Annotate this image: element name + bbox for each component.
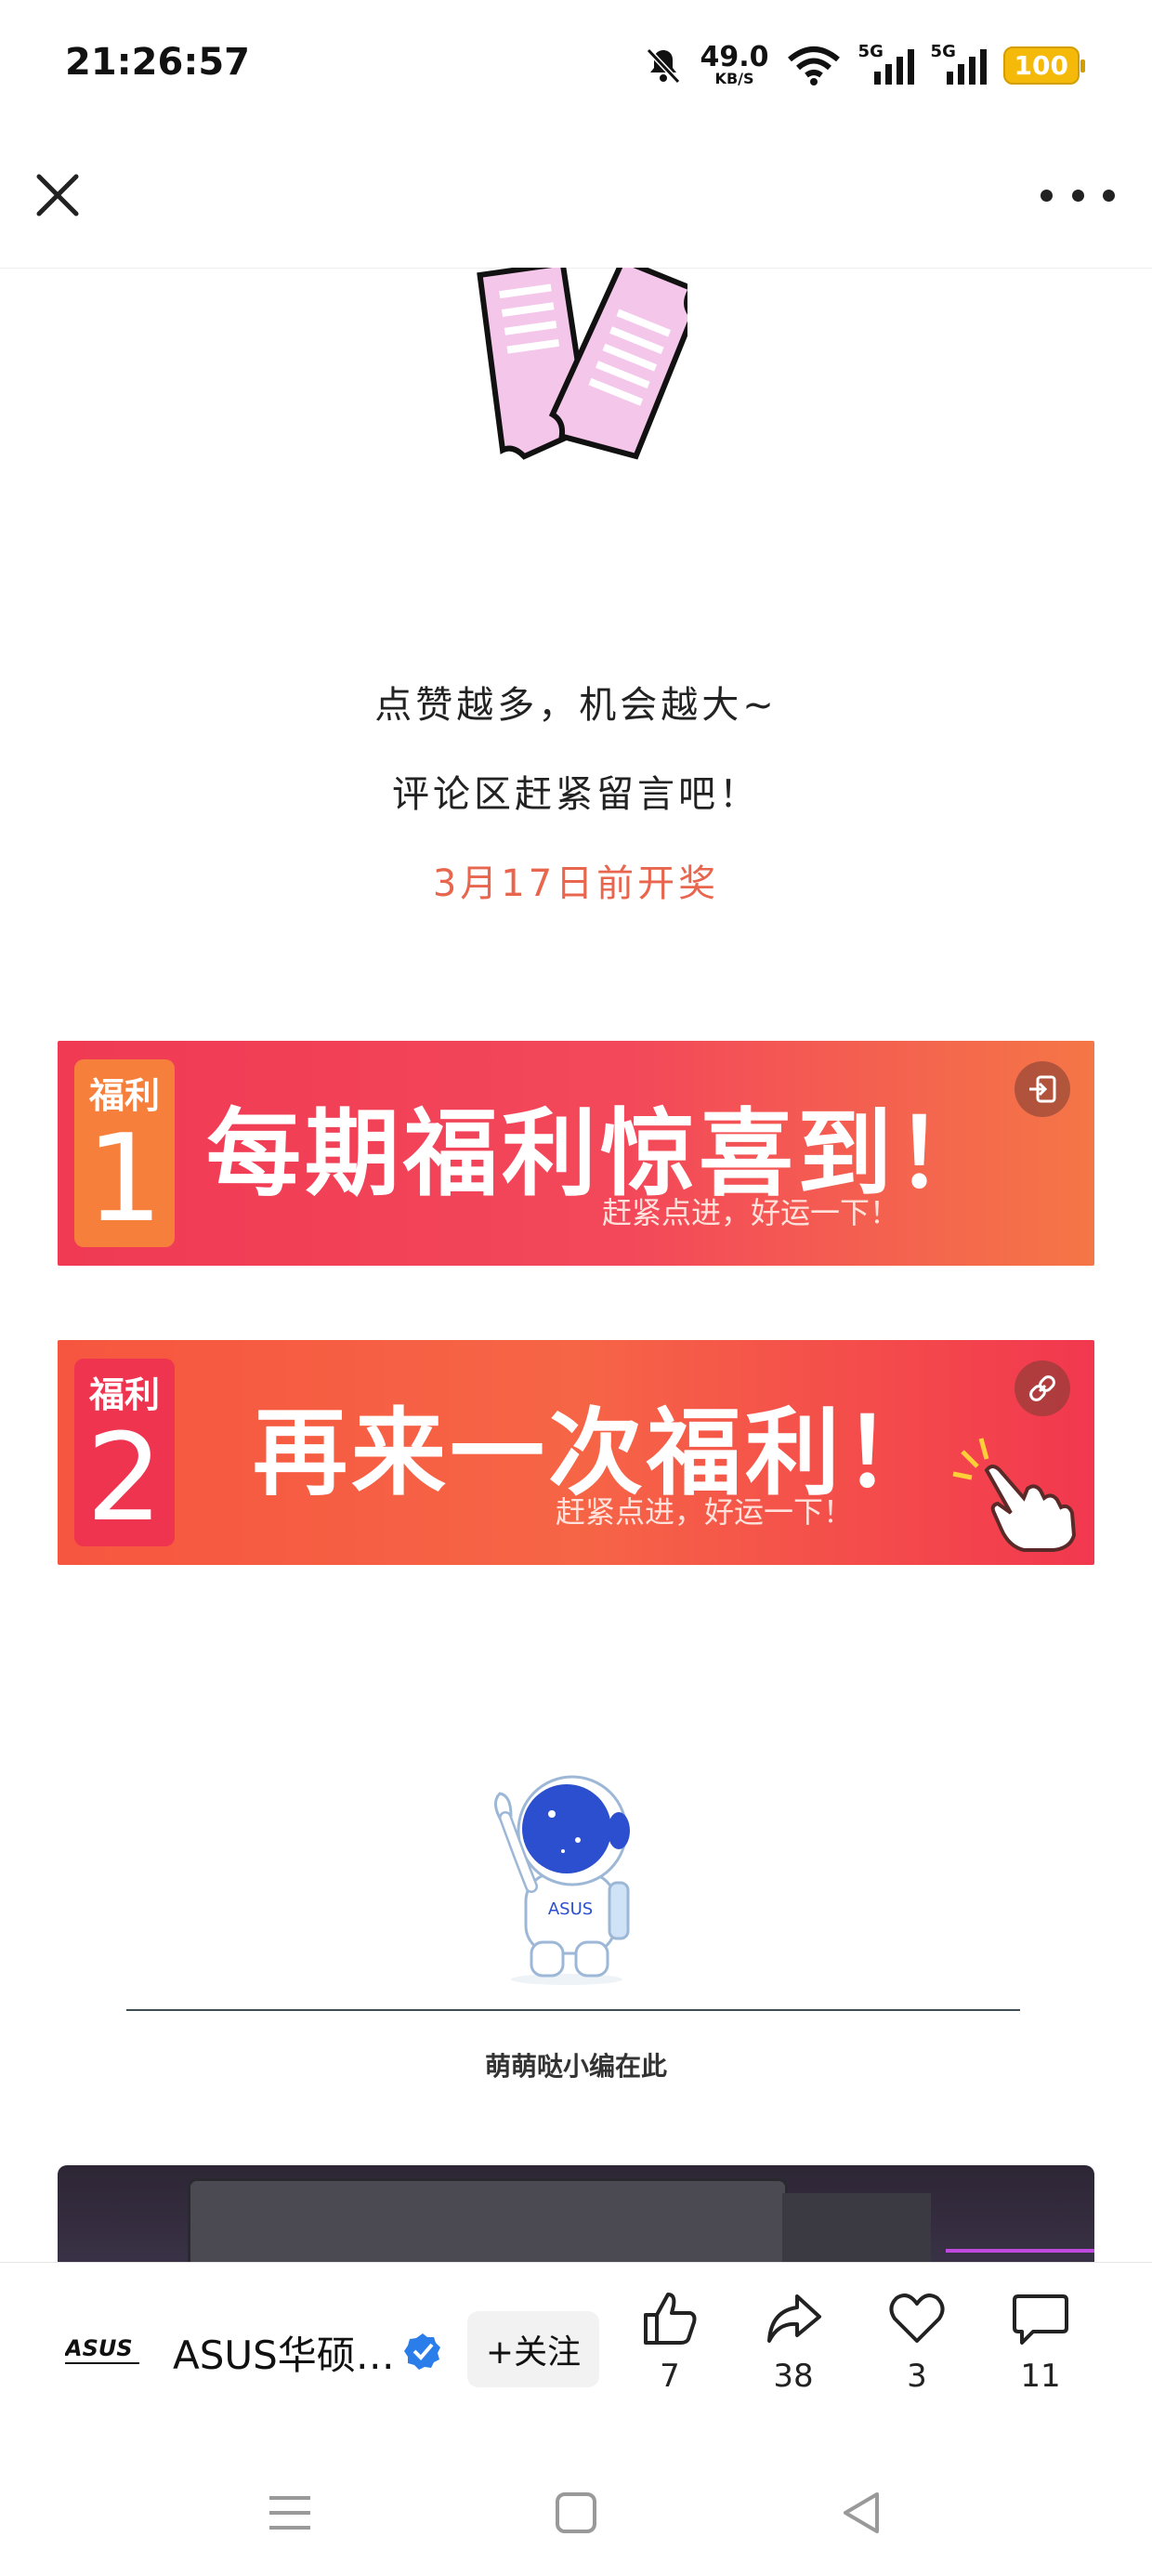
tickets-illustration [477, 268, 687, 460]
home-icon[interactable] [548, 2485, 604, 2541]
editor-caption: 萌萌哒小编在此 [484, 2051, 667, 2082]
signal-icon: 5G [858, 42, 914, 88]
badge-number: 1 [85, 1108, 164, 1249]
banner-subtitle: 赶紧点进，好运一下！ [556, 1494, 854, 1530]
status-icons: 49.0 KB/S 5G 5G 100 [643, 37, 1086, 93]
favorite-count: 3 [907, 2358, 927, 2395]
thumbs-up-icon [644, 2293, 697, 2345]
share-button[interactable]: 38 [742, 2289, 844, 2419]
account-name[interactable]: ASUS华硕… [173, 2324, 395, 2381]
link-icon [1015, 1360, 1070, 1416]
comment-count: 11 [1020, 2358, 1061, 2395]
bottom-action-bar: ASUS ASUS华硕… +关注 7 38 3 11 [0, 2262, 1152, 2439]
signal-icon: 5G [931, 42, 987, 88]
close-button[interactable] [28, 165, 87, 225]
badge-number: 2 [85, 1407, 164, 1548]
like-button[interactable]: 7 [619, 2289, 721, 2419]
article-text-line: 评论区赶紧留言吧！ [392, 773, 760, 816]
astronaut-mascot: ASUS [494, 1775, 630, 1985]
more-icon [1041, 189, 1053, 202]
status-time: 21:26:57 [65, 41, 250, 84]
welfare-badge: 福利 2 [74, 1359, 175, 1546]
article-text-line: 点赞越多，机会越大~ [374, 684, 778, 727]
net-speed-unit: KB/S [714, 70, 754, 87]
verified-badge-icon [404, 2333, 440, 2370]
more-button[interactable] [1041, 167, 1115, 223]
share-count: 38 [773, 2358, 814, 2395]
product-image [58, 2165, 1094, 2267]
banner-subtitle: 赶紧点进，好运一下！ [602, 1195, 900, 1230]
back-icon[interactable] [834, 2485, 890, 2541]
mascot-label: ASUS [548, 1899, 593, 1919]
welfare-banner-1[interactable]: 福利 1 每期福利惊喜到！ 赶紧点进，好运一下！ [58, 1041, 1094, 1266]
battery-icon: 100 [1002, 46, 1086, 85]
system-nav-bar [0, 2444, 1152, 2576]
section-divider [126, 2009, 1020, 2011]
follow-button[interactable]: +关注 [467, 2311, 599, 2387]
top-bar [0, 130, 1152, 269]
svg-text:ASUS: ASUS [65, 2335, 133, 2361]
net-speed: 49.0 KB/S [700, 44, 769, 86]
welfare-badge: 福利 1 [74, 1059, 175, 1247]
heart-icon [889, 2293, 945, 2343]
pointing-hand-icon [952, 1438, 1077, 1552]
asus-logo: ASUS [65, 2335, 139, 2364]
like-count: 7 [660, 2358, 680, 2395]
comment-button[interactable]: 11 [989, 2289, 1092, 2419]
enter-icon [1015, 1061, 1070, 1117]
favorite-button[interactable]: 3 [866, 2289, 968, 2419]
welfare-banner-2[interactable]: 福利 2 再来一次福利！ 赶紧点进，好运一下！ [58, 1340, 1094, 1565]
close-icon [36, 174, 79, 217]
share-icon [767, 2294, 821, 2343]
draw-deadline-text: 3月17日前开奖 [432, 862, 720, 905]
menu-icon[interactable] [262, 2485, 318, 2541]
net-speed-value: 49.0 [700, 41, 769, 73]
wifi-icon [787, 46, 840, 85]
comment-icon [1013, 2294, 1068, 2345]
mute-bell-icon [646, 47, 680, 85]
